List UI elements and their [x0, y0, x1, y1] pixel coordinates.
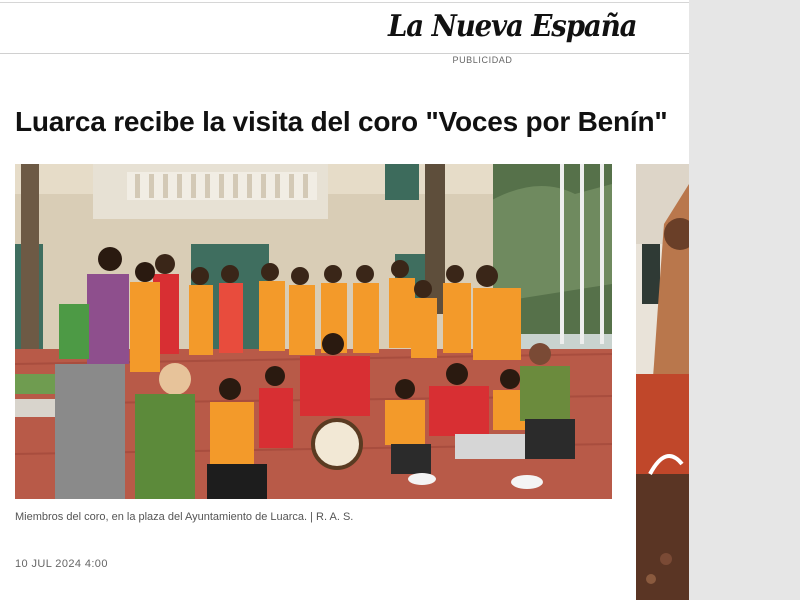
article-headline: Luarca recibe la visita del coro "Voces …	[15, 106, 668, 137]
choir-group-photo	[15, 164, 612, 499]
article-page: La Nueva España PUBLICIDAD Luarca recibe…	[0, 0, 689, 600]
site-logo[interactable]: La Nueva España	[388, 9, 638, 44]
side-photo-image	[636, 164, 689, 600]
publish-date: 10 JUL 2024 4:00	[15, 558, 108, 570]
article-photo[interactable]	[15, 164, 612, 499]
advertising-label: PUBLICIDAD	[452, 55, 513, 65]
browser-gutter	[689, 0, 800, 600]
masthead: La Nueva España	[0, 3, 689, 54]
photo-caption: Miembros del coro, en la plaza del Ayunt…	[15, 511, 354, 523]
adjacent-photo[interactable]	[636, 164, 689, 600]
